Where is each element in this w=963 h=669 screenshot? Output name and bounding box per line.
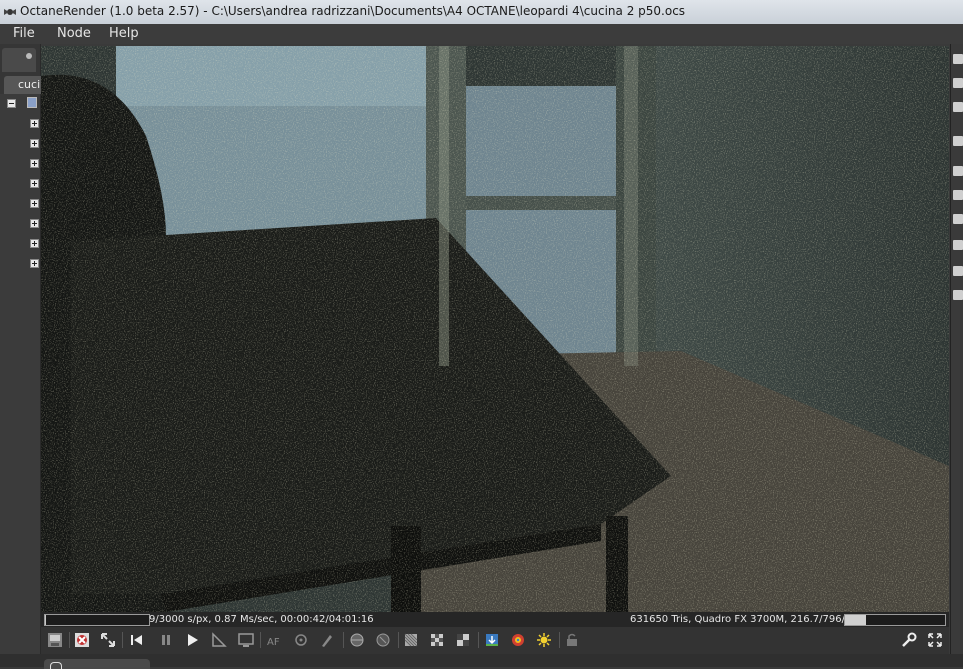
node-graph-icon xyxy=(50,662,62,669)
checker-icon[interactable] xyxy=(427,630,447,650)
render-viewport[interactable] xyxy=(41,46,949,612)
window-title: OctaneRender (1.0 beta 2.57) - C:\Users\… xyxy=(20,4,685,18)
panel-close-icon[interactable] xyxy=(26,53,32,59)
play-icon[interactable] xyxy=(182,630,202,650)
node-icon[interactable] xyxy=(953,54,963,64)
pause-icon[interactable] xyxy=(156,630,176,650)
menu-node[interactable]: Node xyxy=(57,26,91,41)
tree-expand-icon[interactable] xyxy=(30,199,39,208)
toolbar-separator xyxy=(69,632,70,648)
tree-expand-icon[interactable] xyxy=(30,259,39,268)
node-icon[interactable] xyxy=(953,214,963,224)
node-icon[interactable] xyxy=(953,190,963,200)
fit-view-icon[interactable] xyxy=(98,630,118,650)
settings-wrench-icon[interactable] xyxy=(899,630,919,650)
render-toolbar: AF xyxy=(41,627,949,654)
right-toolstrip xyxy=(950,44,963,667)
render-image xyxy=(41,46,949,612)
color-picker-icon[interactable] xyxy=(508,630,528,650)
node-icon[interactable] xyxy=(953,166,963,176)
render-progress-bar xyxy=(44,614,150,626)
scene-tree xyxy=(0,94,40,667)
render-stats: 9/3000 s/px, 0.87 Ms/sec, 00:00:42/04:01… xyxy=(149,612,374,627)
save-render-icon[interactable] xyxy=(45,630,65,650)
toolbar-separator xyxy=(122,632,123,648)
tree-expand-icon[interactable] xyxy=(30,239,39,248)
autofocus-icon[interactable]: AF xyxy=(265,630,285,650)
node-icon[interactable] xyxy=(953,136,963,146)
scene-outliner-panel: cucina xyxy=(0,44,41,667)
bottom-panel-strip xyxy=(0,654,963,667)
scene-tab[interactable]: cucina xyxy=(4,76,44,94)
toolbar-separator xyxy=(559,632,560,648)
restart-icon[interactable] xyxy=(127,630,147,650)
world-view-icon[interactable] xyxy=(347,630,367,650)
tree-expand-icon[interactable] xyxy=(30,119,39,128)
tree-expand-icon[interactable] xyxy=(30,159,39,168)
lock-icon[interactable] xyxy=(562,630,582,650)
node-icon[interactable] xyxy=(953,78,963,88)
toolbar-separator xyxy=(343,632,344,648)
panel-header xyxy=(2,48,36,72)
node-icon[interactable] xyxy=(953,266,963,276)
tree-expand-icon[interactable] xyxy=(30,139,39,148)
node-icon[interactable] xyxy=(953,240,963,250)
pick-focus-icon[interactable] xyxy=(291,630,311,650)
node-icon[interactable] xyxy=(953,102,963,112)
octane-app-icon xyxy=(3,5,17,19)
tree-collapse-icon[interactable] xyxy=(7,99,16,108)
node-icon[interactable] xyxy=(953,290,963,300)
clay-render-icon[interactable] xyxy=(209,630,229,650)
toolbar-separator xyxy=(398,632,399,648)
gpu-memory-bar xyxy=(844,614,946,626)
light-pick-icon[interactable] xyxy=(534,630,554,650)
render-status-bar: 9/3000 s/px, 0.87 Ms/sec, 00:00:42/04:01… xyxy=(41,612,949,627)
toolbar-separator xyxy=(478,632,479,648)
menu-file[interactable]: File xyxy=(13,26,35,41)
toolbar-separator xyxy=(260,632,261,648)
cancel-render-icon[interactable] xyxy=(72,630,92,650)
object-view-icon[interactable] xyxy=(373,630,393,650)
window-title-bar: OctaneRender (1.0 beta 2.57) - C:\Users\… xyxy=(0,0,963,24)
menu-bar: File Node Help xyxy=(0,24,963,44)
tree-expand-icon[interactable] xyxy=(30,219,39,228)
alpha-channel-icon[interactable] xyxy=(401,630,421,650)
pick-white-balance-icon[interactable] xyxy=(317,630,337,650)
load-render-icon[interactable] xyxy=(482,630,502,650)
fullscreen-icon[interactable] xyxy=(925,630,945,650)
region-render-icon[interactable] xyxy=(236,630,256,650)
gpu-memory-fill xyxy=(845,615,866,625)
subsample-icon[interactable] xyxy=(453,630,473,650)
svg-text:AF: AF xyxy=(267,637,280,648)
tree-root-icon xyxy=(27,97,37,108)
menu-help[interactable]: Help xyxy=(109,26,139,41)
tree-expand-icon[interactable] xyxy=(30,179,39,188)
